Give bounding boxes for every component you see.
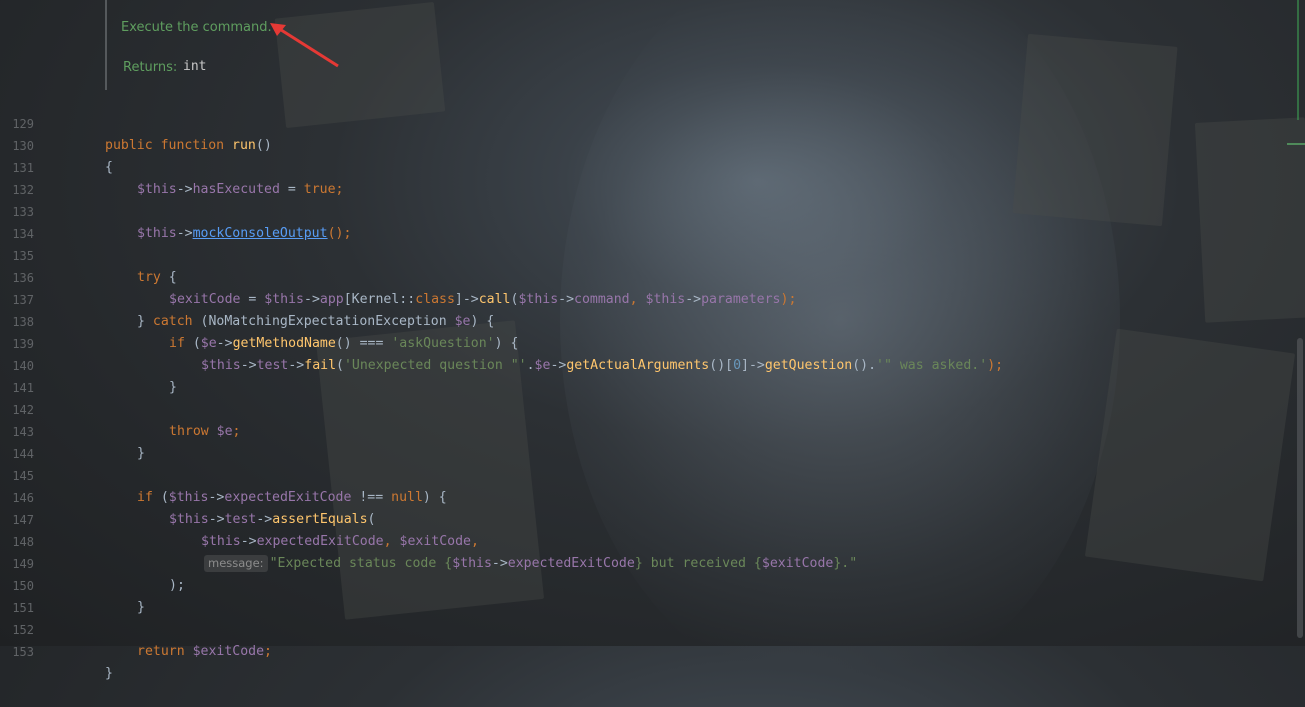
code-line: 129 public function run() [0,91,1305,153]
code-line: 145 if ($this->expectedExitCode !== null… [0,443,1305,505]
code-editor[interactable]: 129 public function run() 130 { 131 $thi… [0,91,1305,681]
doc-returns-type: int [183,59,207,74]
code-line: 130 { [0,113,1305,175]
code-text[interactable]: } [105,663,113,685]
code-text[interactable]: return $exitCode; [137,641,272,663]
code-line: 151 [0,575,1305,615]
code-line: 141 [0,355,1305,395]
code-line: 133 $this->mockConsoleOutput(); [0,179,1305,241]
code-line: 153 } [0,619,1305,681]
code-line: 147 $this->expectedExitCode, $exitCode, [0,487,1305,549]
code-line: 138 if ($e->getMethodName() === 'askQues… [0,289,1305,351]
code-line: 146 $this->test->assertEquals( [0,465,1305,527]
code-line: 139 $this->test->fail('Unexpected questi… [0,311,1305,373]
code-line: 148 message: "Expected status code {$this… [0,509,1305,572]
code-line: 143 } [0,399,1305,461]
code-line: 136 $exitCode = $this->app[Kernel::class… [0,245,1305,307]
line-number: 153 [12,645,34,659]
code-line: 152 return $exitCode; [0,597,1305,659]
vertical-scrollbar[interactable] [1297,338,1303,638]
quick-documentation: Execute the command. Returns: int [105,0,707,90]
code-line: 149 ); [0,531,1305,593]
code-line: 131 $this->hasExecuted = true; [0,135,1305,197]
doc-returns-label: Returns: [123,60,178,75]
code-line: 132 [0,157,1305,197]
code-line: 150 } [0,553,1305,615]
code-line: 134 [0,201,1305,241]
code-line: 140 } [0,333,1305,395]
code-line: 144 [0,421,1305,461]
doc-description: Execute the command. [121,20,272,35]
code-line: 137 } catch (NoMatchingExpectationExcept… [0,267,1305,329]
code-line: 135 try { [0,223,1305,285]
code-line: 142 throw $e; [0,377,1305,439]
scroll-marker [1287,143,1305,145]
annotation-arrow-icon [270,23,339,68]
